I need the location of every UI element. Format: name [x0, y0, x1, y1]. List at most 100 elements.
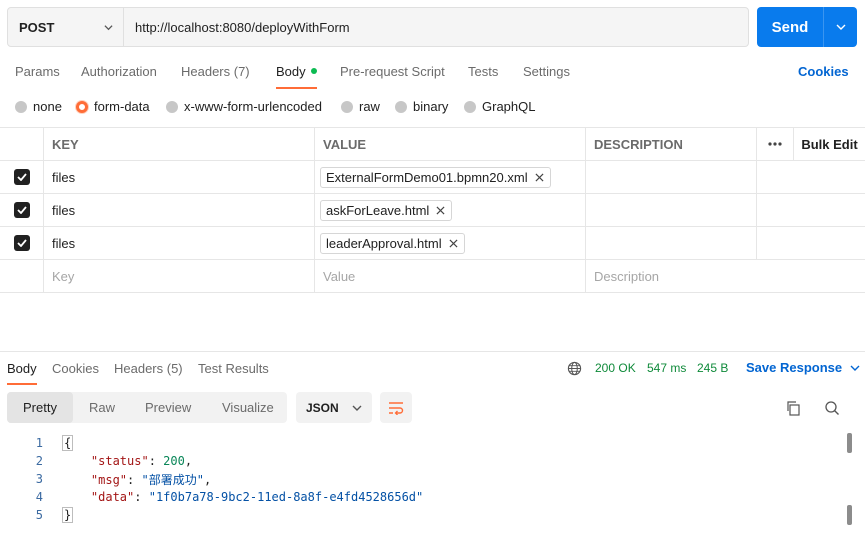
code-line: 1 { — [0, 434, 840, 452]
radio-label: binary — [413, 99, 449, 114]
radio-raw[interactable]: raw — [341, 99, 380, 114]
format-select[interactable]: JSON — [296, 392, 372, 423]
response-tab-body[interactable]: Body — [7, 361, 37, 385]
json-key: "msg" — [90, 472, 128, 487]
code-text: "data": "1f0b7a78-9bc2-11ed-8a8f-e4fd452… — [90, 490, 424, 504]
copy-button[interactable] — [783, 398, 803, 418]
key-cell[interactable]: files — [44, 161, 315, 193]
response-tabs: Body Cookies Headers (5) Test Results 20… — [0, 352, 865, 385]
key-text: files — [52, 169, 76, 185]
radio-circle-icon — [166, 100, 178, 113]
tab-authorization[interactable]: Authorization — [81, 64, 157, 79]
file-name: ExternalFormDemo01.bpmn20.xml — [326, 169, 528, 185]
radio-none[interactable]: none — [15, 99, 62, 114]
tab-settings[interactable]: Settings — [523, 64, 570, 79]
vertical-scrollbar-thumb[interactable] — [847, 433, 852, 453]
vertical-scrollbar-thumb-lower[interactable] — [847, 505, 852, 525]
description-cell[interactable] — [586, 227, 757, 259]
tab-params[interactable]: Params — [15, 64, 60, 79]
file-chip: ExternalFormDemo01.bpmn20.xml — [320, 166, 551, 188]
view-preview-button[interactable]: Preview — [145, 392, 191, 423]
send-button[interactable]: Send — [757, 7, 824, 47]
view-pretty-button[interactable]: Pretty — [7, 392, 73, 423]
code-line: 5 } — [0, 506, 840, 524]
tab-body[interactable]: Body — [276, 64, 317, 89]
table-row: files leaderApproval.html — [0, 227, 865, 260]
radio-binary[interactable]: binary — [395, 99, 448, 114]
tab-headers[interactable]: Headers (7) — [181, 64, 250, 79]
key-cell[interactable]: files — [44, 194, 315, 226]
value-cell[interactable]: leaderApproval.html — [315, 227, 586, 259]
response-tab-headers[interactable]: Headers (5) — [114, 361, 183, 376]
wrap-lines-icon — [389, 401, 404, 415]
url-input[interactable]: http://localhost:8080/deployWithForm — [124, 8, 748, 46]
response-body-viewer[interactable]: 1 { 2 "status": 200, 3 "msg": "部署成功", 4 … — [0, 433, 865, 540]
json-open-brace: { — [62, 435, 74, 451]
row-enabled-checkbox[interactable] — [13, 169, 30, 185]
radio-form-data[interactable]: form-data — [76, 99, 150, 114]
description-cell[interactable] — [586, 161, 757, 193]
close-icon[interactable] — [535, 172, 544, 182]
chevron-down-icon — [104, 24, 113, 30]
radio-graphql[interactable]: GraphQL — [464, 99, 535, 114]
key-text: files — [52, 235, 76, 251]
send-options-button[interactable] — [824, 7, 857, 47]
response-tab-cookies[interactable]: Cookies — [52, 361, 99, 376]
send-button-group: Send — [757, 7, 857, 47]
row-enabled-checkbox[interactable] — [13, 235, 30, 251]
row-check-cell — [0, 161, 44, 193]
value-cell[interactable]: ExternalFormDemo01.bpmn20.xml — [315, 161, 586, 193]
description-cell[interactable] — [586, 194, 757, 226]
json-number-value: 200 — [163, 454, 185, 468]
status-code[interactable]: 200 OK — [595, 361, 636, 375]
url-text: http://localhost:8080/deployWithForm — [135, 19, 350, 35]
view-visualize-button[interactable]: Visualize — [222, 392, 274, 423]
method-select[interactable]: POST — [8, 8, 124, 46]
search-button[interactable] — [822, 398, 842, 418]
table-row: files ExternalFormDemo01.bpmn20.xml — [0, 161, 865, 194]
radio-x-www-form-urlencoded[interactable]: x-www-form-urlencoded — [166, 99, 322, 114]
close-icon[interactable] — [436, 205, 445, 215]
new-description-input[interactable]: Description — [586, 260, 865, 292]
request-url-bar: POST http://localhost:8080/deployWithFor… — [7, 7, 749, 47]
column-header-value: VALUE — [315, 128, 586, 160]
key-text: files — [52, 202, 76, 218]
bulk-edit-button[interactable]: Bulk Edit — [794, 128, 865, 160]
line-number: 3 — [35, 472, 43, 486]
table-header-row: KEY VALUE DESCRIPTION Bulk Edit — [0, 128, 865, 161]
radio-label: GraphQL — [482, 99, 536, 114]
tab-pre-request-script[interactable]: Pre-request Script — [340, 64, 445, 79]
row-enabled-checkbox[interactable] — [13, 202, 30, 218]
search-icon — [825, 401, 839, 415]
row-check-cell — [0, 227, 44, 259]
checkmark-icon — [16, 206, 27, 214]
radio-selected-icon — [76, 100, 88, 113]
file-name: leaderApproval.html — [326, 235, 442, 251]
key-cell[interactable]: files — [44, 227, 315, 259]
value-cell[interactable]: askForLeave.html — [315, 194, 586, 226]
response-time[interactable]: 547 ms — [647, 361, 686, 375]
body-type-selector: none form-data x-www-form-urlencoded raw… — [0, 96, 865, 118]
json-key: "data" — [90, 490, 135, 504]
view-raw-button[interactable]: Raw — [89, 392, 115, 423]
close-icon[interactable] — [449, 238, 458, 248]
table-row-new: Key Value Description — [0, 260, 865, 293]
wrap-lines-button[interactable] — [380, 392, 412, 423]
line-number: 4 — [35, 490, 43, 504]
save-response-button[interactable]: Save Response — [746, 360, 860, 375]
new-key-input[interactable]: Key — [44, 260, 315, 292]
new-value-input[interactable]: Value — [315, 260, 586, 292]
json-key: "status" — [90, 454, 149, 468]
checkmark-icon — [16, 173, 27, 181]
radio-circle-icon — [341, 100, 353, 113]
response-size[interactable]: 245 B — [697, 361, 728, 375]
code-line: 3 "msg": "部署成功", — [0, 470, 840, 488]
code-text: { — [62, 435, 74, 451]
chevron-down-icon — [836, 24, 845, 30]
tab-tests[interactable]: Tests — [468, 64, 498, 79]
cookies-link[interactable]: Cookies — [798, 64, 849, 79]
response-tab-test-results[interactable]: Test Results — [198, 361, 269, 376]
more-options-button[interactable] — [757, 128, 794, 160]
file-name: askForLeave.html — [326, 202, 430, 218]
globe-icon[interactable] — [567, 361, 582, 376]
